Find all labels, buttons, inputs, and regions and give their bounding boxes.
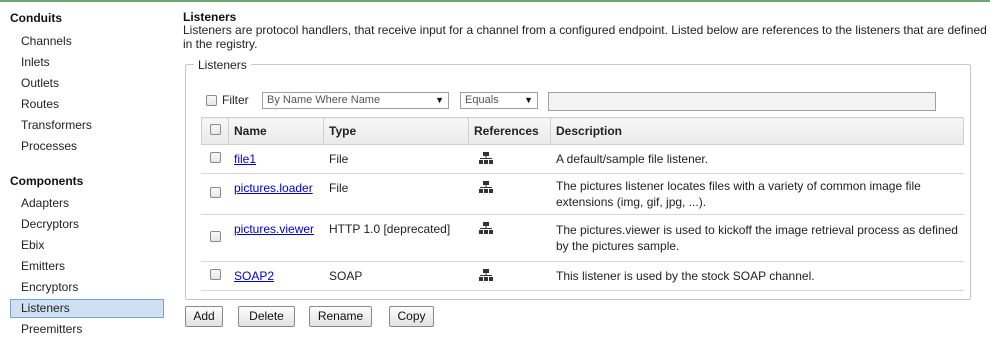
row-checkbox[interactable]: [209, 269, 221, 280]
filter-row: Filter By Name Where Name ▼ Equals ▼: [206, 92, 966, 111]
filter-operator-select[interactable]: Equals ▼: [460, 92, 538, 109]
sidebar-item-transformers[interactable]: Transformers: [10, 116, 164, 135]
rename-button[interactable]: Rename: [309, 306, 372, 327]
filter-operator-value: Equals: [465, 94, 499, 106]
row-checkbox-cell: [201, 214, 229, 262]
page-description: Listeners are protocol handlers, that re…: [183, 23, 987, 51]
description-cell: A default/sample file listener.: [550, 144, 964, 174]
main-content: Listeners Listeners are protocol handler…: [183, 2, 988, 341]
sidebar-item-inlets[interactable]: Inlets: [10, 53, 164, 72]
type-cell: File: [323, 173, 469, 215]
select-all-header: [201, 117, 229, 145]
listener-name-link[interactable]: SOAP2: [234, 269, 274, 283]
references-cell: [468, 173, 551, 215]
table-row: pictures.loader File The pictures listen…: [201, 173, 964, 215]
sidebar-item-decryptors[interactable]: Decryptors: [10, 215, 164, 234]
sidebar-item-preemitters[interactable]: Preemitters: [10, 320, 164, 339]
references-icon[interactable]: [479, 152, 493, 164]
sidebar-item-outlets[interactable]: Outlets: [10, 74, 164, 93]
delete-button[interactable]: Delete: [238, 306, 295, 327]
row-checkbox-cell: [201, 173, 229, 215]
references-cell: [468, 214, 551, 262]
listener-name-link[interactable]: pictures.viewer: [234, 222, 314, 236]
column-header-type[interactable]: Type: [323, 117, 469, 145]
name-cell: file1: [228, 144, 324, 174]
description-cell: This listener is used by the stock SOAP …: [550, 261, 964, 291]
listener-name-link[interactable]: file1: [234, 152, 256, 166]
sidebar-item-encryptors[interactable]: Encryptors: [10, 278, 164, 297]
type-cell: SOAP: [323, 261, 469, 291]
sidebar-item-channels[interactable]: Channels: [10, 32, 164, 51]
page-title: Listeners: [183, 10, 237, 24]
copy-button[interactable]: Copy: [389, 306, 434, 327]
chevron-down-icon: ▼: [524, 95, 533, 105]
add-button[interactable]: Add: [185, 306, 223, 327]
type-cell: File: [323, 144, 469, 174]
column-header-name[interactable]: Name: [228, 117, 324, 145]
references-icon[interactable]: [479, 222, 493, 234]
sidebar-item-adapters[interactable]: Adapters: [10, 194, 164, 213]
chevron-down-icon: ▼: [435, 95, 444, 105]
filter-field-select[interactable]: By Name Where Name ▼: [262, 92, 449, 109]
table-header-row: Name Type References Description: [201, 117, 964, 145]
references-cell: [468, 144, 551, 174]
column-header-references[interactable]: References: [468, 117, 551, 145]
references-icon[interactable]: [479, 269, 493, 281]
sidebar-item-emitters[interactable]: Emitters: [10, 257, 164, 276]
type-cell: HTTP 1.0 [deprecated]: [323, 214, 469, 262]
name-cell: pictures.loader: [228, 173, 324, 215]
conduits-section-title: Conduits: [10, 11, 62, 25]
listeners-table: Name Type References Description file1 F…: [201, 117, 964, 291]
references-cell: [468, 261, 551, 291]
name-cell: pictures.viewer: [228, 214, 324, 262]
listeners-group: Listeners Filter By Name Where Name ▼ Eq…: [185, 58, 971, 300]
column-header-description[interactable]: Description: [550, 117, 964, 145]
sidebar-item-routes[interactable]: Routes: [10, 95, 164, 114]
references-icon[interactable]: [479, 181, 493, 193]
description-cell: The pictures.viewer is used to kickoff t…: [550, 214, 964, 262]
row-checkbox[interactable]: [209, 187, 221, 198]
group-legend: Listeners: [194, 58, 251, 72]
filter-text-input[interactable]: [548, 92, 936, 111]
table-row: SOAP2 SOAP This listener is used by the …: [201, 261, 964, 291]
listener-name-link[interactable]: pictures.loader: [234, 181, 313, 195]
name-cell: SOAP2: [228, 261, 324, 291]
select-all-checkbox[interactable]: [209, 124, 221, 135]
sidebar-item-listeners[interactable]: Listeners: [10, 299, 164, 318]
table-row: pictures.viewer HTTP 1.0 [deprecated] Th…: [201, 214, 964, 262]
row-checkbox[interactable]: [209, 152, 221, 163]
components-section-title: Components: [10, 174, 84, 188]
row-checkbox[interactable]: [209, 231, 221, 242]
filter-label: Filter: [222, 93, 249, 107]
row-checkbox-cell: [201, 261, 229, 291]
sidebar-item-ebix[interactable]: Ebix: [10, 236, 164, 255]
sidebar: Conduits Channels Inlets Outlets Routes …: [0, 2, 170, 341]
filter-checkbox[interactable]: [206, 95, 217, 106]
row-checkbox-cell: [201, 144, 229, 174]
table-row: file1 File A default/sample file listene…: [201, 144, 964, 174]
sidebar-item-processes[interactable]: Processes: [10, 137, 164, 156]
filter-field-value: By Name Where Name: [267, 94, 381, 106]
description-cell: The pictures listener locates files with…: [550, 173, 964, 215]
